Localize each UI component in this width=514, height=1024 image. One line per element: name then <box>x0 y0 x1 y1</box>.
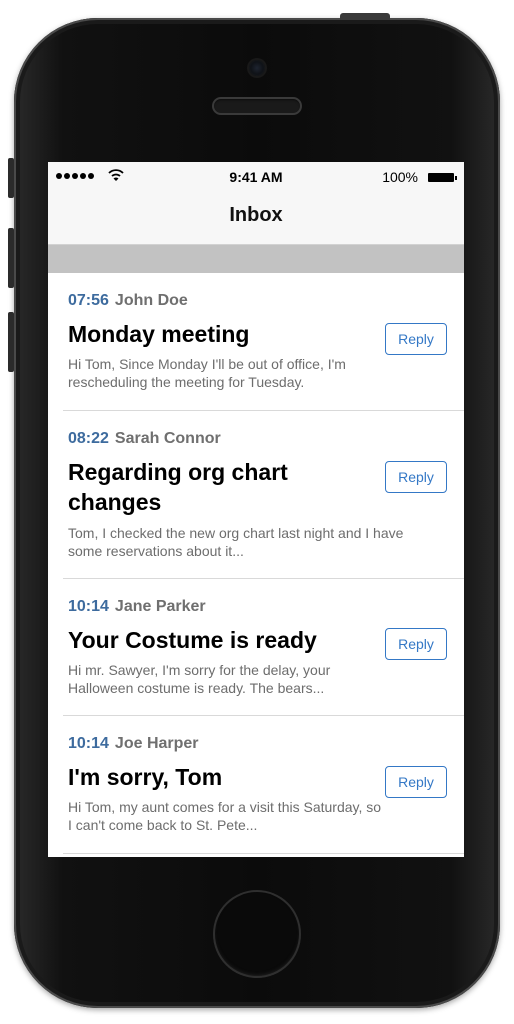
message-item[interactable]: 10:14 Jane Parker Your Costume is ready H… <box>63 579 464 716</box>
message-item[interactable]: 08:22 Sarah Connor Regarding org chart ch… <box>63 411 464 579</box>
message-time: 08:22 <box>68 430 109 447</box>
mute-switch <box>8 158 14 198</box>
message-meta: 10:14 Joe Harper <box>68 735 199 753</box>
status-bar: 9:41 AM 100% <box>48 162 464 192</box>
message-time: 07:56 <box>68 292 109 309</box>
message-time: 10:14 <box>68 598 109 615</box>
message-subject: Your Costume is ready <box>68 627 317 653</box>
page-title: Inbox <box>229 204 283 226</box>
phone-screen: 9:41 AM 100% Inbox 07:56 John Doe Monday … <box>48 162 464 857</box>
front-camera <box>249 60 265 76</box>
message-list: 07:56 John Doe Monday meeting Hi Tom, Sin… <box>48 273 464 854</box>
battery-icon <box>428 173 457 182</box>
message-sender: Joe Harper <box>114 735 199 752</box>
reply-button[interactable]: Reply <box>385 628 447 660</box>
message-subject: I'm sorry, Tom <box>68 764 223 790</box>
message-sender: Jane Parker <box>114 598 206 615</box>
message-subject: Monday meeting <box>68 321 250 347</box>
power-button <box>340 13 390 20</box>
message-sender: Sarah Connor <box>114 430 221 447</box>
message-meta: 08:22 Sarah Connor <box>68 430 221 448</box>
volume-up-button <box>8 228 14 288</box>
reply-button[interactable]: Reply <box>385 323 447 355</box>
message-preview: Hi mr. Sawyer, I'm sorry for the delay, … <box>68 662 331 696</box>
message-preview: Tom, I checked the new org chart last ni… <box>68 525 404 559</box>
navigation-bar: Inbox <box>48 192 464 245</box>
search-area-placeholder <box>48 245 464 273</box>
battery-percentage: 100% <box>382 169 418 185</box>
message-time: 10:14 <box>68 735 109 752</box>
message-preview: Hi Tom, Since Monday I'll be out of offi… <box>68 356 346 390</box>
reply-button[interactable]: Reply <box>385 461 447 493</box>
message-item[interactable]: 07:56 John Doe Monday meeting Hi Tom, Sin… <box>63 273 464 411</box>
reply-button[interactable]: Reply <box>385 766 447 798</box>
message-meta: 07:56 John Doe <box>68 292 188 310</box>
earpiece-speaker <box>212 97 302 115</box>
message-meta: 10:14 Jane Parker <box>68 598 206 616</box>
home-button[interactable] <box>213 890 301 978</box>
message-preview: Hi Tom, my aunt comes for a visit this S… <box>68 799 382 833</box>
message-subject: Regarding org chart changes <box>68 459 288 515</box>
volume-down-button <box>8 312 14 372</box>
message-sender: John Doe <box>114 292 188 309</box>
message-item[interactable]: 10:14 Joe Harper I'm sorry, Tom Hi Tom, m… <box>63 716 464 854</box>
